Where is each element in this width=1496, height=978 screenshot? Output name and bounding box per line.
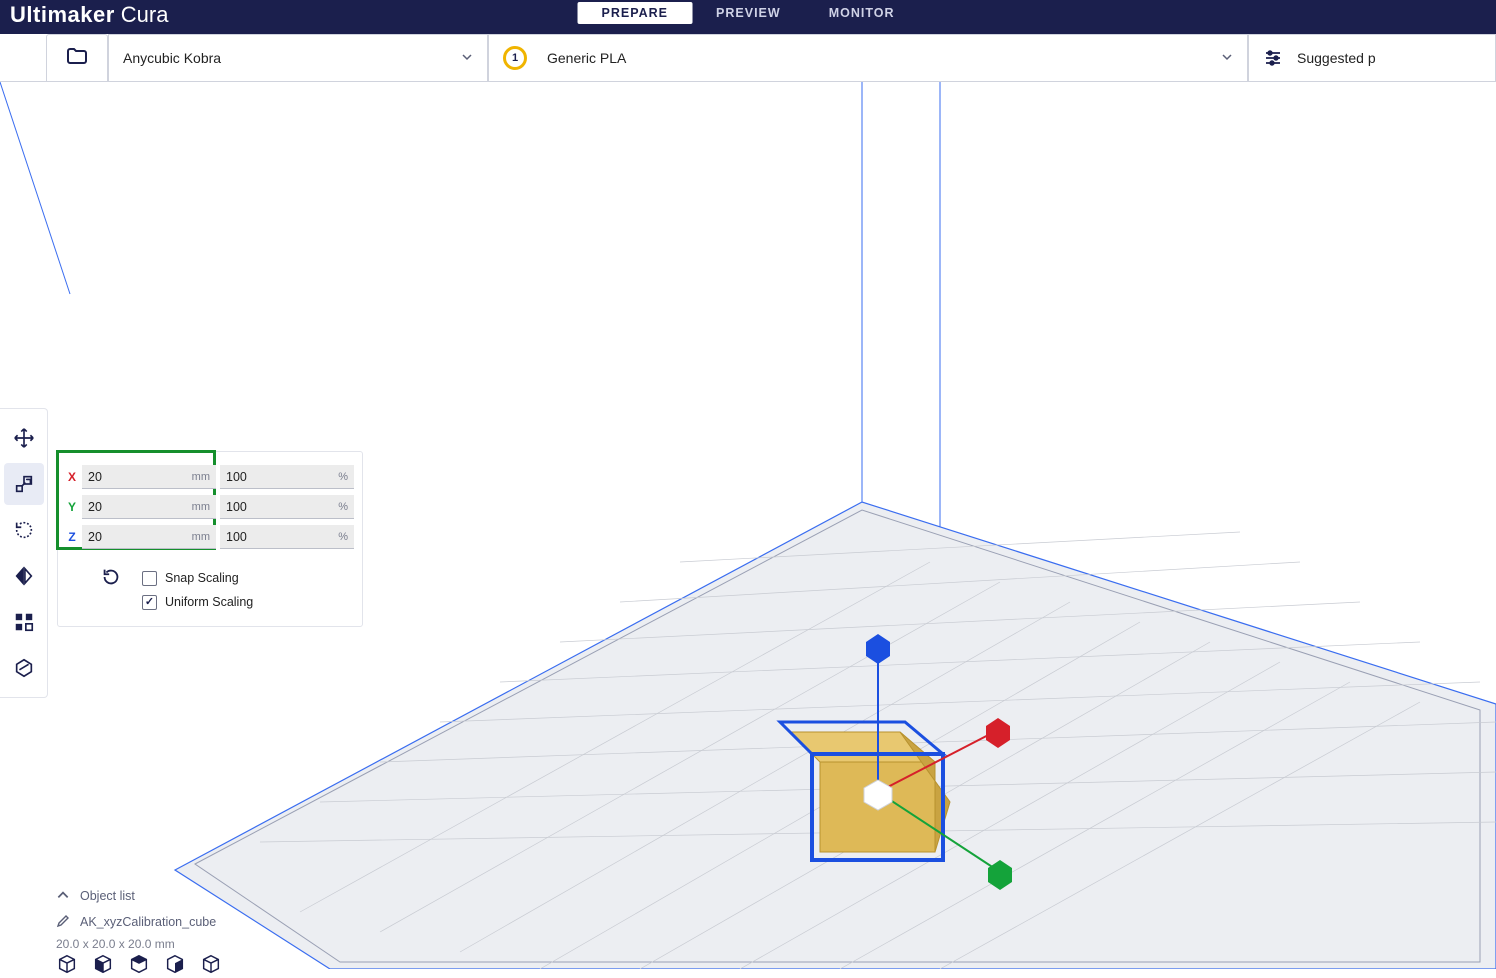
object-name: AK_xyzCalibration_cube [80, 915, 216, 929]
snap-scaling-toggle[interactable]: Snap Scaling [142, 566, 253, 590]
top-toolbar: Anycubic Kobra 1 Generic PLA Suggested p [0, 34, 1496, 82]
scale-y-mm-input[interactable]: 20mm [82, 495, 216, 519]
chevron-down-icon [1221, 50, 1233, 66]
reset-scale-button[interactable] [100, 566, 122, 591]
object-list: Object list AK_xyzCalibration_cube 20.0 … [56, 883, 216, 951]
material-name: Generic PLA [547, 50, 626, 66]
support-blocker-tool[interactable] [4, 647, 44, 689]
scale-x-pct-input[interactable]: 100% [220, 465, 354, 489]
material-select[interactable]: 1 Generic PLA [488, 34, 1248, 82]
sliders-icon [1263, 48, 1283, 68]
open-file-button[interactable] [46, 34, 108, 82]
object-item[interactable]: AK_xyzCalibration_cube [56, 909, 216, 935]
object-list-label: Object list [80, 889, 135, 903]
pencil-icon [56, 914, 70, 931]
printer-select[interactable]: Anycubic Kobra [108, 34, 488, 82]
brand-name: Ultimaker [10, 4, 115, 26]
3d-viewport[interactable]: X 20mm 100% Y 20mm 100% Z 20mm 100% Snap… [0, 82, 1496, 969]
product-name: Cura [121, 4, 169, 26]
move-tool[interactable] [4, 417, 44, 459]
snap-scaling-label: Snap Scaling [165, 571, 239, 585]
object-dimensions: 20.0 x 20.0 x 20.0 mm [56, 937, 216, 951]
view-left-icon[interactable] [164, 953, 186, 975]
mesh-tool[interactable] [4, 601, 44, 643]
uniform-scaling-label: Uniform Scaling [165, 595, 253, 609]
scale-tool[interactable] [4, 463, 44, 505]
mirror-tool[interactable] [4, 555, 44, 597]
camera-views [56, 953, 222, 975]
scale-z-pct-input[interactable]: 100% [220, 525, 354, 549]
view-3d-icon[interactable] [56, 953, 78, 975]
uniform-scaling-toggle[interactable]: Uniform Scaling [142, 590, 253, 614]
chevron-up-icon [56, 888, 70, 905]
stage-tabs: PREPARE PREVIEW MONITOR [578, 0, 919, 26]
tab-preview[interactable]: PREVIEW [692, 0, 805, 26]
printer-name: Anycubic Kobra [123, 50, 221, 66]
scale-x-mm-input[interactable]: 20mm [82, 465, 216, 489]
scale-panel: X 20mm 100% Y 20mm 100% Z 20mm 100% Snap… [57, 451, 363, 627]
tab-monitor[interactable]: MONITOR [805, 0, 919, 26]
scale-y-pct-input[interactable]: 100% [220, 495, 354, 519]
checkbox-checked-icon [142, 595, 157, 610]
axis-x-label: X [66, 470, 78, 484]
tab-prepare[interactable]: PREPARE [578, 2, 693, 24]
view-top-icon[interactable] [128, 953, 150, 975]
view-right-icon[interactable] [200, 953, 222, 975]
extruder-icon: 1 [503, 46, 527, 70]
folder-icon [65, 45, 89, 72]
axis-z-label: Z [66, 530, 78, 544]
transform-toolbar [0, 408, 48, 698]
axis-y-label: Y [66, 500, 78, 514]
view-front-icon[interactable] [92, 953, 114, 975]
extruder-number: 1 [512, 52, 518, 64]
rotate-tool[interactable] [4, 509, 44, 551]
app-logo: Ultimaker Cura [0, 0, 186, 26]
scale-z-mm-input[interactable]: 20mm [82, 525, 216, 549]
print-settings-select[interactable]: Suggested p [1248, 34, 1496, 82]
profile-label: Suggested p [1297, 50, 1376, 66]
chevron-down-icon [461, 50, 473, 66]
header-bar: Ultimaker Cura PREPARE PREVIEW MONITOR [0, 0, 1496, 34]
object-list-toggle[interactable]: Object list [56, 883, 216, 909]
checkbox-icon [142, 571, 157, 586]
